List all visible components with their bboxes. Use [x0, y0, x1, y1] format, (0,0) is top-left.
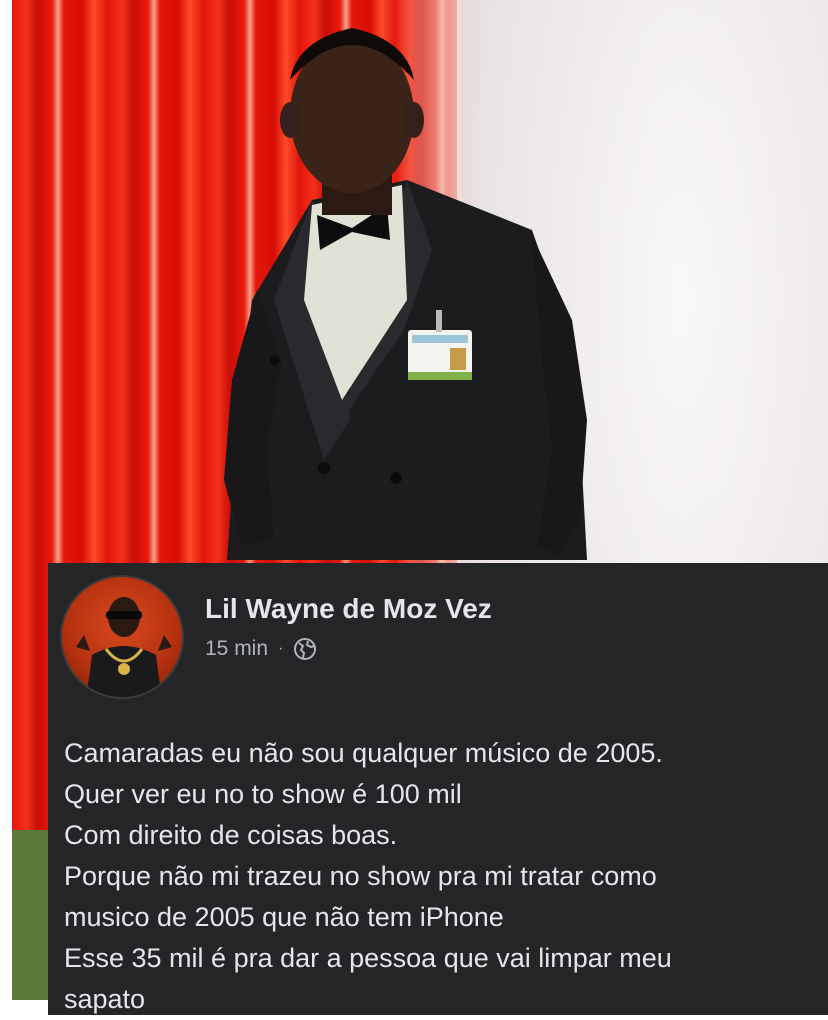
author-name[interactable]: Lil Wayne de Moz Vez — [205, 593, 492, 625]
avatar-person-icon — [76, 597, 172, 697]
avatar[interactable] — [60, 575, 184, 699]
post-line: Com direito de coisas boas. — [64, 820, 398, 850]
post-line: Camaradas eu não sou qualquer músico de … — [64, 738, 663, 768]
post-line: Esse 35 mil é pra dar a pessoa que vai l… — [64, 943, 672, 973]
post-body: Camaradas eu não sou qualquer músico de … — [64, 733, 824, 1020]
globe-icon[interactable] — [293, 637, 317, 661]
timestamp[interactable]: 15 min — [205, 637, 268, 661]
post-meta: 15 min · — [205, 637, 317, 661]
post-line: Porque não mi trazeu no show pra mi trat… — [64, 861, 657, 891]
facebook-post: Lil Wayne de Moz Vez 15 min · Camaradas … — [48, 563, 828, 1015]
post-line: sapato — [64, 984, 146, 1014]
post-line: Quer ver eu no to show é 100 mil — [64, 779, 462, 809]
post-line: musico de 2005 que não tem iPhone — [64, 902, 504, 932]
meta-separator: · — [278, 640, 284, 657]
